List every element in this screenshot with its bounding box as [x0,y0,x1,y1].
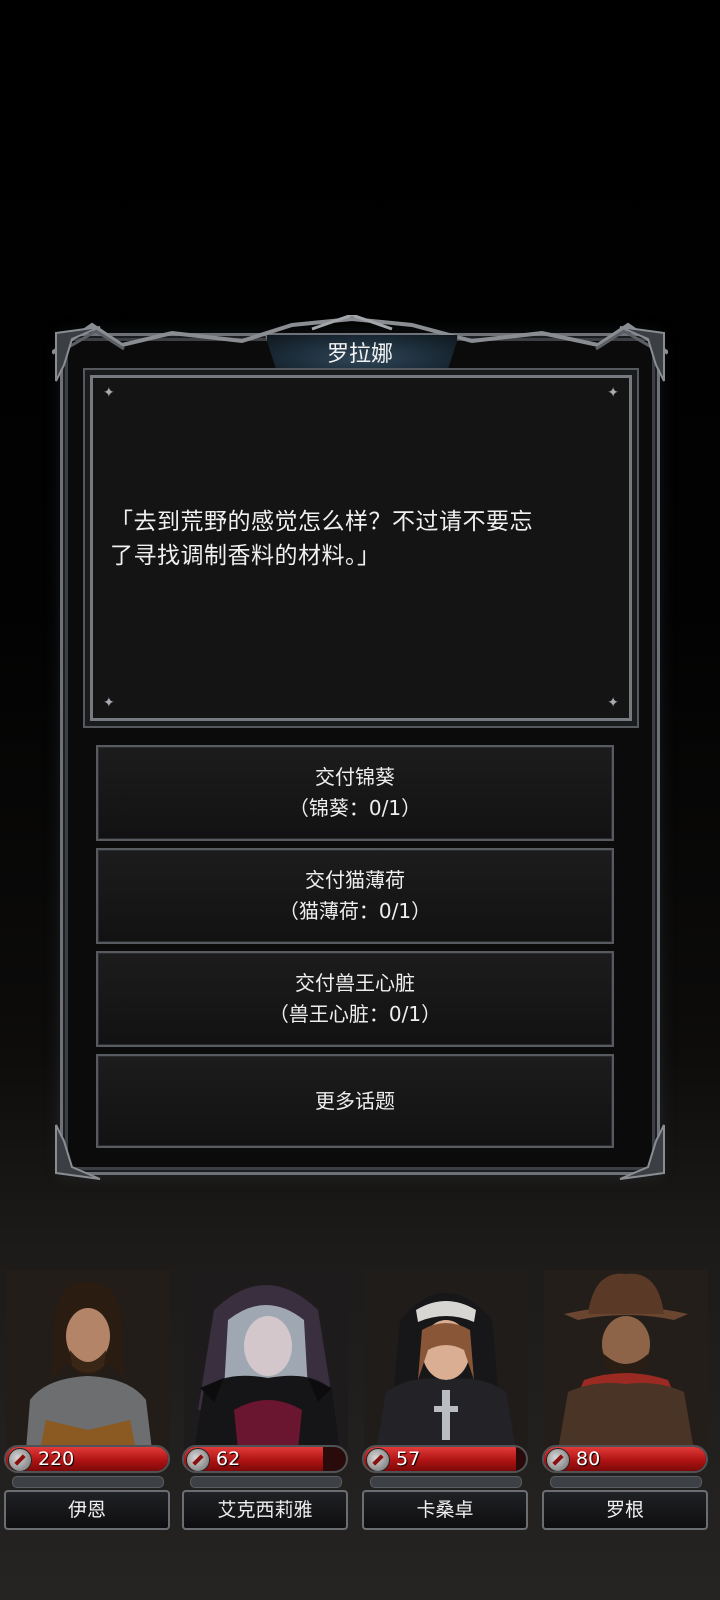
name-plate[interactable]: 艾克西莉雅 [182,1490,348,1530]
name-plate[interactable]: 卡桑卓 [362,1490,528,1530]
game-screen: 罗拉娜 ✦ ✦ ✦ ✦ 「去到荒野的感觉怎么样？不过请不要忘 了寻找调制香料的材… [0,0,720,1600]
choice-label: 交付兽王心脏 [295,971,415,995]
sparkle-icon: ✦ [607,695,619,711]
choice-requirement: （锦葵：0/1） [288,796,422,820]
health-potion-icon [366,1448,390,1471]
choice-requirement: （猫薄荷：0/1） [278,899,432,923]
npc-dialog-panel: 罗拉娜 ✦ ✦ ✦ ✦ 「去到荒野的感觉怎么样？不过请不要忘 了寻找调制香料的材… [52,315,668,1180]
dialog-text-line: 了寻找调制香料的材料。」 [110,543,381,569]
health-potion-icon [186,1448,210,1471]
portrait-logan [544,1270,708,1450]
name-plate[interactable]: 罗根 [542,1490,708,1530]
choice-deliver-beast-heart[interactable]: 交付兽王心脏 （兽王心脏：0/1） [96,951,614,1047]
choice-label: 交付锦葵 [315,765,395,789]
hp-value: 62 [216,1448,241,1470]
party-member-exilia[interactable]: 62 艾克西莉雅 [180,1270,352,1570]
choice-deliver-mallow[interactable]: 交付锦葵 （锦葵：0/1） [96,745,614,841]
secondary-bar [12,1476,164,1488]
hp-bar: 57 [362,1445,528,1473]
hp-bar: 80 [542,1445,708,1473]
dialog-text-line: 「去到荒野的感觉怎么样？不过请不要忘 [110,509,533,535]
health-potion-icon [546,1448,570,1471]
frame-corner-bottom-right [619,1124,665,1180]
hp-bar: 62 [182,1445,348,1473]
party-member-ian[interactable]: 220 伊恩 [2,1270,174,1570]
portrait-ian [6,1270,170,1450]
portrait-exilia [184,1270,348,1450]
hp-value: 57 [396,1448,421,1470]
name-plate[interactable]: 伊恩 [4,1490,170,1530]
sparkle-icon: ✦ [103,385,115,401]
sparkle-icon: ✦ [103,695,115,711]
secondary-bar [550,1476,702,1488]
dialog-text: 「去到荒野的感觉怎么样？不过请不要忘 了寻找调制香料的材料。」 [110,505,640,573]
sparkle-icon: ✦ [607,385,619,401]
choice-label: 交付猫薄荷 [305,868,405,892]
health-potion-icon [8,1448,32,1471]
hp-value: 220 [38,1448,75,1470]
secondary-bar [370,1476,522,1488]
hp-bar: 220 [4,1445,170,1473]
choice-deliver-catnip[interactable]: 交付猫薄荷 （猫薄荷：0/1） [96,848,614,944]
secondary-bar [190,1476,342,1488]
choice-requirement: （兽王心脏：0/1） [268,1002,442,1026]
portrait-cassandra [364,1270,528,1450]
choice-more-topics[interactable]: 更多话题 [96,1054,614,1148]
speaker-name: 罗拉娜 [326,342,393,367]
party-member-logan[interactable]: 80 罗根 [540,1270,712,1570]
choice-label: 更多话题 [315,1088,395,1113]
party-member-cassandra[interactable]: 57 卡桑卓 [360,1270,532,1570]
hp-value: 80 [576,1448,601,1470]
